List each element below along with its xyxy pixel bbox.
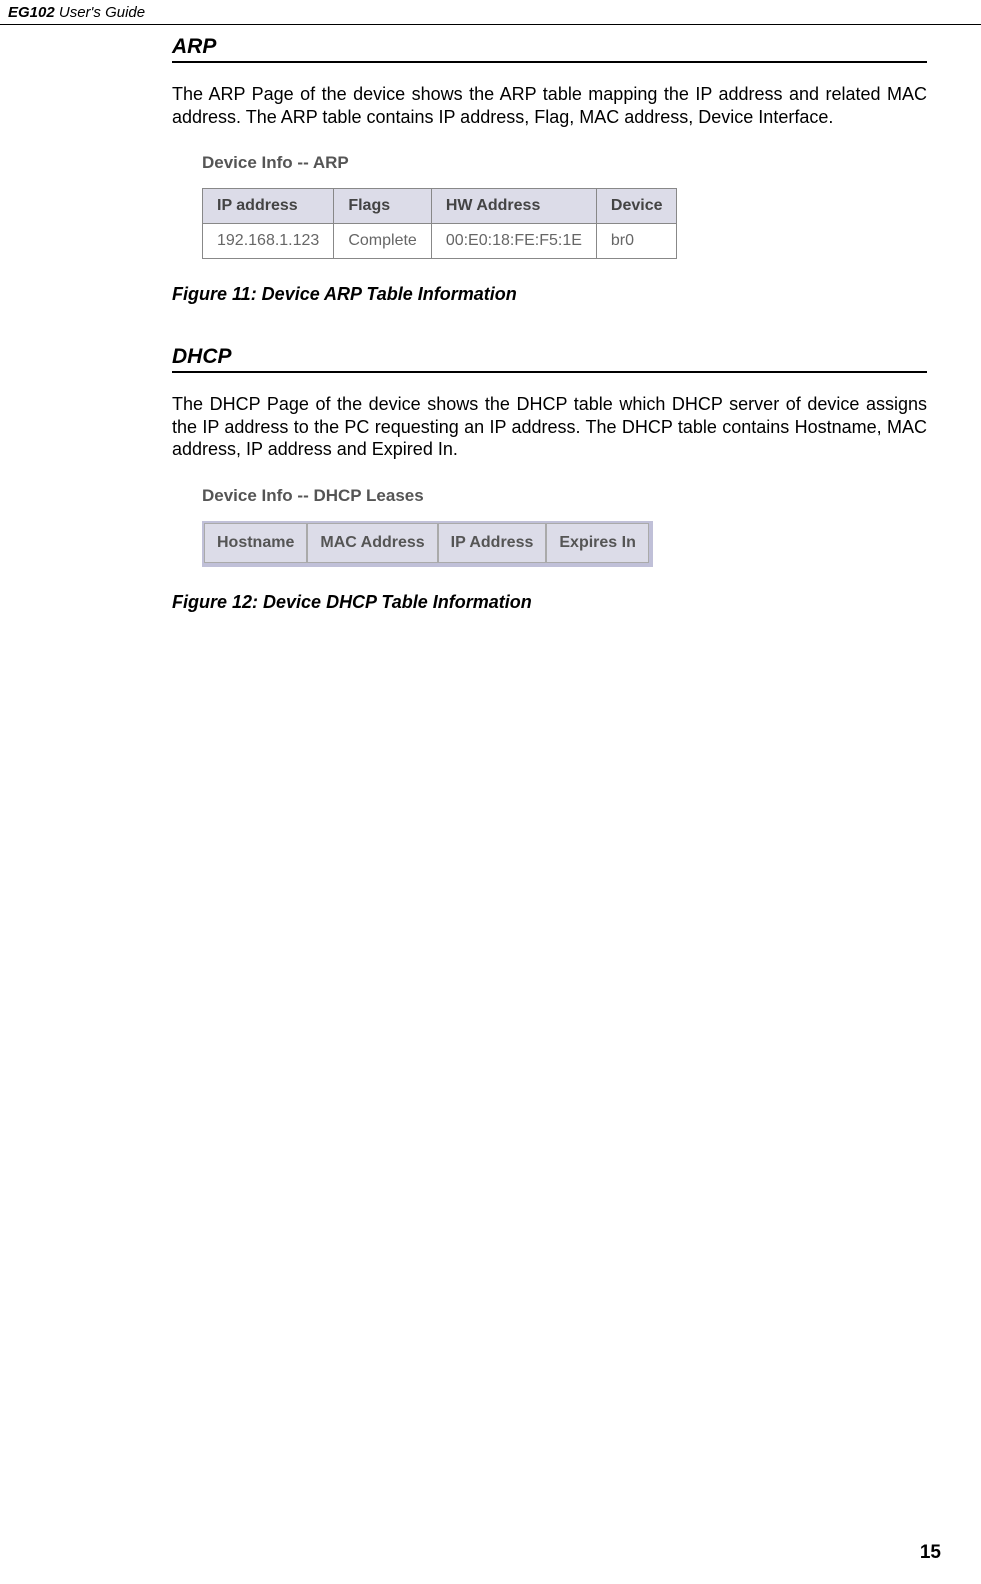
arp-paragraph: The ARP Page of the device shows the ARP… [172,83,927,128]
arp-table: IP address Flags HW Address Device 192.1… [202,188,677,259]
arp-cell: 00:E0:18:FE:F5:1E [431,224,596,259]
arp-figure-title: Device Info -- ARP [202,153,927,173]
dhcp-th-hostname: Hostname [204,523,307,563]
doc-title: User's Guide [55,4,145,21]
dhcp-section-title: DHCP [172,345,927,373]
arp-th-hw: HW Address [431,189,596,224]
dhcp-th-expires: Expires In [546,523,648,563]
arp-cell: 192.168.1.123 [203,224,334,259]
arp-figure: Device Info -- ARP IP address Flags HW A… [202,153,927,259]
page-number: 15 [920,1542,941,1564]
dhcp-paragraph: The DHCP Page of the device shows the DH… [172,393,927,461]
product-name: EG102 [8,4,55,21]
dhcp-figure-title: Device Info -- DHCP Leases [202,486,927,506]
arp-figure-caption: Figure 11: Device ARP Table Information [172,284,927,305]
arp-th-device: Device [596,189,677,224]
page-content: ARP The ARP Page of the device shows the… [0,35,981,613]
dhcp-th-mac: MAC Address [307,523,437,563]
dhcp-figure-caption: Figure 12: Device DHCP Table Information [172,592,927,613]
arp-th-ip: IP address [203,189,334,224]
arp-section-title: ARP [172,35,927,63]
arp-cell: Complete [334,224,431,259]
dhcp-th-ip: IP Address [438,523,547,563]
arp-cell: br0 [596,224,677,259]
arp-th-flags: Flags [334,189,431,224]
dhcp-figure: Device Info -- DHCP Leases Hostname MAC … [202,486,927,567]
dhcp-table: Hostname MAC Address IP Address Expires … [202,521,653,567]
page-header: EG102 User's Guide [0,0,981,25]
